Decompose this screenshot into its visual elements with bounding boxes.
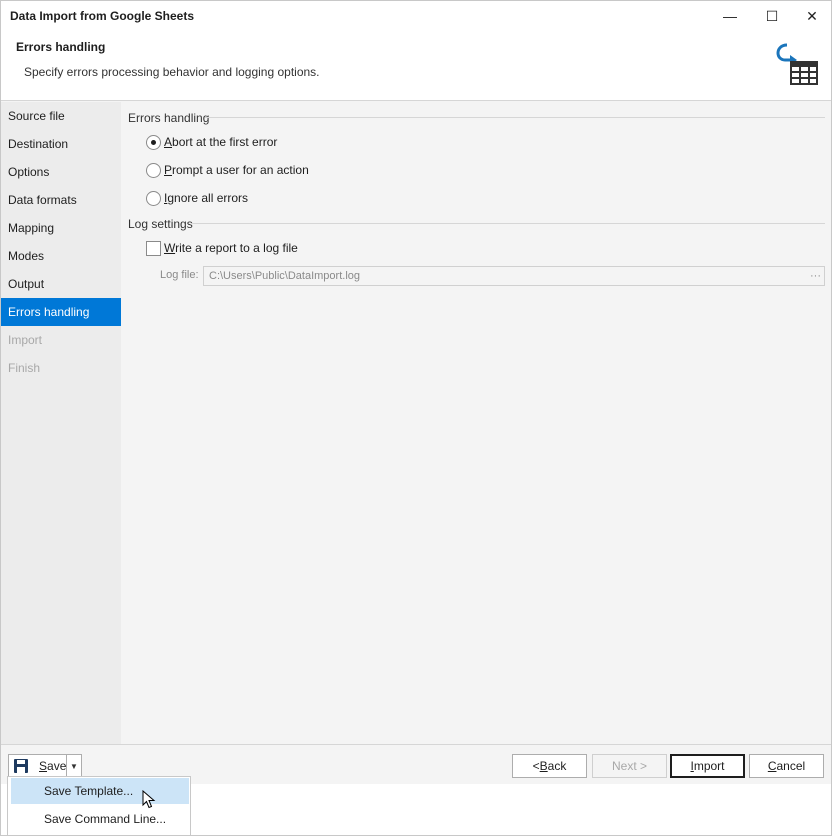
page-title: Errors handling [16, 40, 106, 54]
write-log-checkbox-row[interactable]: Write a report to a log file [146, 239, 298, 257]
radio-ignore-all-errors[interactable]: Ignore all errors [146, 189, 248, 207]
nav-item-destination[interactable]: Destination [1, 130, 121, 158]
save-split-button[interactable]: Save ▼ [8, 754, 82, 778]
menu-item-save-command-line[interactable]: Save Command Line... [11, 806, 189, 832]
next-button: Next > [592, 754, 667, 778]
nav-item-label: Source file [8, 109, 65, 123]
nav-item-mapping[interactable]: Mapping [1, 214, 121, 242]
import-wizard-window: Data Import from Google Sheets — ☐ ✕ Err… [0, 0, 832, 836]
page-description: Specify errors processing behavior and l… [24, 65, 320, 79]
nav-item-import: Import [1, 326, 121, 354]
browse-ellipsis-icon: ··· [810, 270, 821, 282]
nav-item-label: Finish [8, 361, 41, 375]
main-panel: Errors handling Abort at the first error… [121, 102, 831, 744]
log-settings-label: Log settings [128, 217, 193, 231]
radio-button[interactable] [146, 162, 161, 178]
nav-item-output[interactable]: Output [1, 270, 121, 298]
maximize-button[interactable]: ☐ [751, 1, 793, 31]
log-file-input: C:\Users\Public\DataImport.log ··· [203, 266, 825, 286]
nav-item-label: Import [8, 333, 43, 347]
radio-label: Abort at the first error [164, 135, 278, 149]
nav-item-source-file[interactable]: Source file [1, 102, 121, 130]
nav-item-data-formats[interactable]: Data formats [1, 186, 121, 214]
nav-item-errors-handling[interactable]: Errors handling [1, 298, 121, 326]
write-log-checkbox[interactable] [146, 240, 161, 256]
group-divider [191, 223, 825, 224]
nav-item-label: Options [8, 165, 50, 179]
checkbox-label: Write a report to a log file [164, 241, 298, 255]
maximize-icon: ☐ [765, 7, 779, 24]
nav-item-label: Data formats [8, 193, 77, 207]
cancel-button[interactable]: Cancel [749, 754, 824, 778]
window-title: Data Import from Google Sheets [10, 9, 195, 23]
errors-group-label: Errors handling [128, 111, 210, 125]
radio-label: Prompt a user for an action [164, 163, 309, 177]
save-dropdown-menu: Save Template... Save Command Line... [7, 776, 191, 836]
back-button[interactable]: < Back [512, 754, 587, 778]
minimize-button[interactable]: — [709, 1, 751, 31]
wizard-nav: Source file Destination Options Data for… [1, 102, 121, 744]
minimize-icon: — [723, 8, 737, 24]
radio-label: Ignore all errors [164, 191, 249, 205]
nav-item-options[interactable]: Options [1, 158, 121, 186]
nav-item-label: Destination [8, 137, 69, 151]
nav-item-finish: Finish [1, 354, 121, 382]
import-button[interactable]: Import [670, 754, 745, 778]
mouse-pointer-icon [142, 790, 156, 809]
radio-prompt-user[interactable]: Prompt a user for an action [146, 161, 309, 179]
import-to-table-icon [776, 43, 818, 85]
page-header: Errors handling Specify errors processin… [1, 31, 831, 101]
menu-item-save-template[interactable]: Save Template... [11, 778, 189, 804]
group-divider [205, 117, 825, 118]
save-button-label: Save [39, 759, 67, 773]
log-file-path: C:\Users\Public\DataImport.log [209, 270, 360, 282]
nav-item-label: Output [8, 277, 45, 291]
nav-item-label: Errors handling [8, 305, 90, 319]
chevron-down-icon[interactable]: ▼ [66, 755, 82, 777]
nav-item-modes[interactable]: Modes [1, 242, 121, 270]
log-file-label: Log file: [160, 269, 199, 281]
close-button[interactable]: ✕ [791, 1, 831, 31]
floppy-disk-icon [14, 759, 28, 773]
radio-button[interactable] [146, 190, 161, 206]
close-icon: ✕ [806, 7, 818, 24]
radio-button[interactable] [146, 134, 161, 150]
nav-item-label: Mapping [8, 221, 55, 235]
nav-item-label: Modes [8, 249, 45, 263]
title-bar: Data Import from Google Sheets — ☐ ✕ [1, 1, 831, 31]
radio-abort-first-error[interactable]: Abort at the first error [146, 133, 277, 151]
